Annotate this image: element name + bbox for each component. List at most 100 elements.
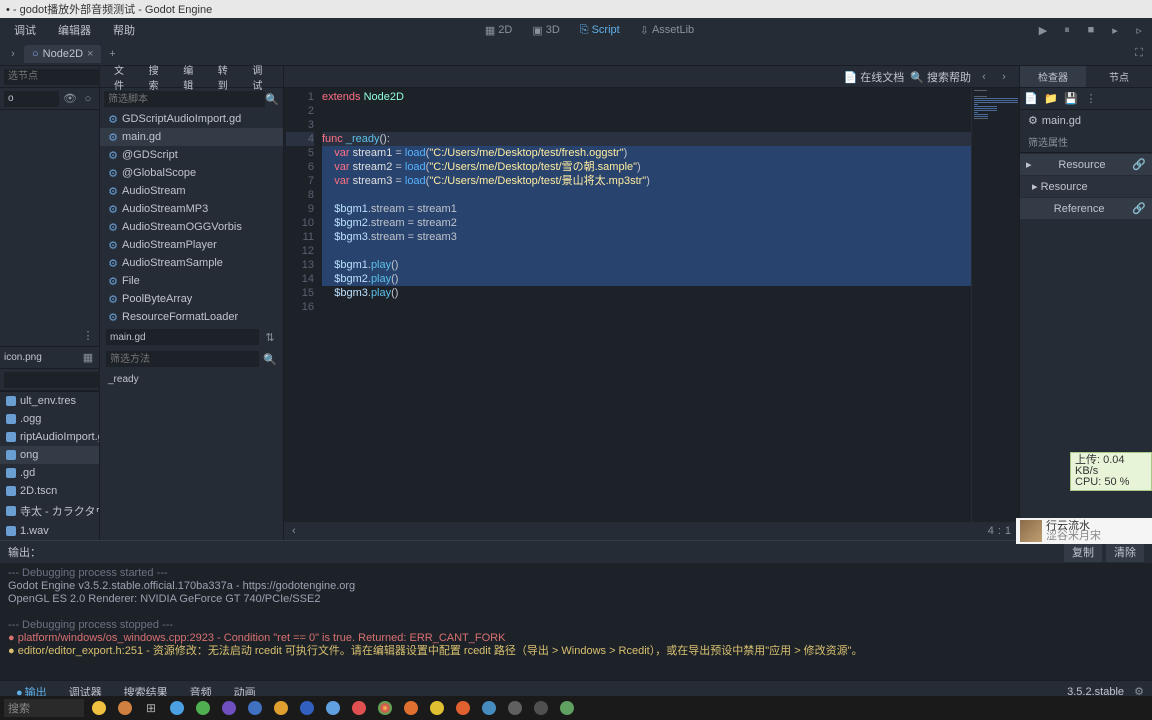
play-custom-button[interactable]: ▹ (1130, 21, 1148, 39)
file-preview-name: icon.png (4, 352, 77, 363)
taskbar-weather[interactable] (88, 699, 110, 717)
gear-icon: ⚙ (1028, 114, 1038, 127)
new-resource-icon[interactable]: 📄 (1024, 92, 1038, 106)
expand-panel-icon[interactable]: › (4, 45, 22, 63)
method-filter-input[interactable] (106, 351, 259, 367)
windows-taskbar: 搜索 ⊞ (0, 696, 1152, 720)
chevron-left-icon[interactable]: ‹ (292, 525, 306, 537)
play-scene-button[interactable]: ▸ (1106, 21, 1124, 39)
taskbar-app-3[interactable] (218, 699, 240, 717)
script-list-item[interactable]: ⚙AudioStreamPlayer (100, 236, 283, 254)
taskbar-app-8[interactable] (348, 699, 370, 717)
lock-icon[interactable]: ○ (81, 92, 95, 106)
script-list-item[interactable]: ⚙AudioStreamOGGVorbis (100, 218, 283, 236)
nav-forward-icon[interactable]: › (997, 70, 1011, 84)
taskbar-app-10[interactable] (400, 699, 422, 717)
script-list-item[interactable]: ⚙PoolByteArray (100, 290, 283, 308)
sort-icon[interactable]: ⇅ (263, 330, 277, 344)
window-title: • - godot播放外部音频测试 - Godot Engine (6, 1, 212, 17)
code-editor[interactable]: 12345678910111213141516 extends Node2Dfu… (284, 88, 1019, 522)
taskbar-app-6[interactable] (296, 699, 318, 717)
script-list-item[interactable]: ⚙File (100, 272, 283, 290)
node2d-icon: ○ (32, 48, 39, 60)
taskbar-search[interactable]: 搜索 (4, 699, 84, 717)
music-overlay[interactable]: 行云流水 涩谷米月宋 (1016, 518, 1152, 544)
filesystem-item[interactable]: ong (0, 446, 99, 464)
minimap[interactable] (971, 88, 1019, 522)
play-button[interactable]: ▶ (1034, 21, 1052, 39)
stop-button[interactable]: ■ (1082, 21, 1100, 39)
copy-button[interactable]: 复制 (1064, 542, 1102, 562)
search-icon[interactable]: 🔍 (263, 352, 277, 366)
scene-tab-node2d[interactable]: ○ Node2D × (24, 45, 101, 63)
script-list-item[interactable]: ⚙@GlobalScope (100, 164, 283, 182)
load-resource-icon[interactable]: 📁 (1044, 92, 1058, 106)
taskbar-app-16[interactable] (556, 699, 578, 717)
inspector-file: main.gd (1042, 115, 1081, 127)
close-icon[interactable]: × (87, 48, 93, 60)
tab-inspector[interactable]: 检查器 (1020, 66, 1086, 87)
cursor-line: 4 (988, 525, 994, 537)
mode-assetlib[interactable]: ⇩ AssetLib (632, 21, 702, 40)
save-resource-icon[interactable]: 💾 (1064, 92, 1078, 106)
taskbar-app-15[interactable] (530, 699, 552, 717)
section-resource-sub[interactable]: ▸ Resource (1020, 176, 1152, 197)
pause-button[interactable]: ⏸ (1058, 21, 1076, 39)
mode-2d[interactable]: ▦ 2D (477, 21, 520, 40)
current-script-display[interactable] (106, 329, 259, 345)
script-list-item[interactable]: ⚙AudioStream (100, 182, 283, 200)
grid-view-icon[interactable]: ▦ (81, 351, 95, 365)
menu-help[interactable]: 帮助 (103, 19, 145, 41)
section-resource[interactable]: ▸Resource🔗 (1020, 154, 1152, 175)
taskbar-app-5[interactable] (270, 699, 292, 717)
taskbar-app-11[interactable] (426, 699, 448, 717)
script-filter-input[interactable] (104, 91, 265, 107)
perf-cpu: CPU: 50 % (1075, 477, 1147, 488)
script-list-item[interactable]: ⚙AudioStreamSample (100, 254, 283, 272)
taskbar-weather2[interactable] (114, 699, 136, 717)
taskbar-app-godot[interactable] (478, 699, 500, 717)
script-list-item[interactable]: ⚙@GDScript (100, 146, 283, 164)
filesystem-item[interactable]: 寺太 - カラクタウン. (0, 500, 99, 522)
search-help-link[interactable]: 🔍 搜索帮助 (910, 69, 971, 85)
filesystem-item[interactable]: .ogg (0, 410, 99, 428)
script-list-item[interactable]: ⚙ResourceFormatLoader (100, 308, 283, 326)
taskbar-taskview[interactable]: ⊞ (140, 699, 162, 717)
taskbar-app-4[interactable] (244, 699, 266, 717)
filesystem-item[interactable]: riptAudioImport.gd (0, 428, 99, 446)
perf-overlay: 上传: 0.04 KB/s CPU: 50 % (1070, 452, 1152, 491)
mode-3d[interactable]: ▣ 3D (524, 21, 567, 40)
taskbar-app-12[interactable] (452, 699, 474, 717)
tab-node[interactable]: 节点 (1086, 66, 1152, 87)
code-editor-panel: 📄 在线文档 🔍 搜索帮助 ‹ › 1234567891011121314151… (284, 66, 1019, 540)
menu-editor[interactable]: 编辑器 (48, 19, 101, 41)
inspector-filter-label[interactable]: 筛选属性 (1020, 131, 1152, 153)
script-list-item[interactable]: ⚙main.gd (100, 128, 283, 146)
online-docs-link[interactable]: 📄 在线文档 (843, 69, 904, 85)
taskbar-app-1[interactable] (166, 699, 188, 717)
taskbar-app-14[interactable] (504, 699, 526, 717)
nav-back-icon[interactable]: ‹ (977, 70, 991, 84)
section-reference[interactable]: Reference🔗 (1020, 198, 1152, 219)
taskbar-app-9[interactable] (374, 699, 396, 717)
filesystem-list: ult_env.tres.oggriptAudioImport.gdong.gd… (0, 391, 99, 540)
filesystem-item[interactable]: .gd (0, 464, 99, 482)
clear-button[interactable]: 清除 (1106, 542, 1144, 562)
distraction-free-icon[interactable]: ⛶ (1130, 45, 1148, 63)
filesystem-item[interactable]: ult_env.tres (0, 392, 99, 410)
filesystem-item[interactable]: 1.wav (0, 522, 99, 540)
method-item[interactable]: _ready (100, 370, 283, 389)
more-icon[interactable]: ⋮ (81, 329, 95, 343)
filesystem-item[interactable]: 2D.tscn (0, 482, 99, 500)
scene-node-input[interactable] (4, 91, 59, 107)
output-log[interactable]: --- Debugging process started ---Godot E… (0, 563, 1152, 680)
script-list-item[interactable]: ⚙AudioStreamMP3 (100, 200, 283, 218)
visibility-icon[interactable]: 👁 (63, 92, 77, 106)
taskbar-app-2[interactable] (192, 699, 214, 717)
taskbar-app-7[interactable] (322, 699, 344, 717)
more-icon[interactable]: ⋮ (1084, 92, 1098, 106)
menu-debug[interactable]: 调试 (4, 19, 46, 41)
search-icon[interactable]: 🔍 (265, 92, 279, 106)
script-list-item[interactable]: ⚙GDScriptAudioImport.gd (100, 110, 283, 128)
mode-script[interactable]: ⎘ Script (572, 21, 628, 40)
